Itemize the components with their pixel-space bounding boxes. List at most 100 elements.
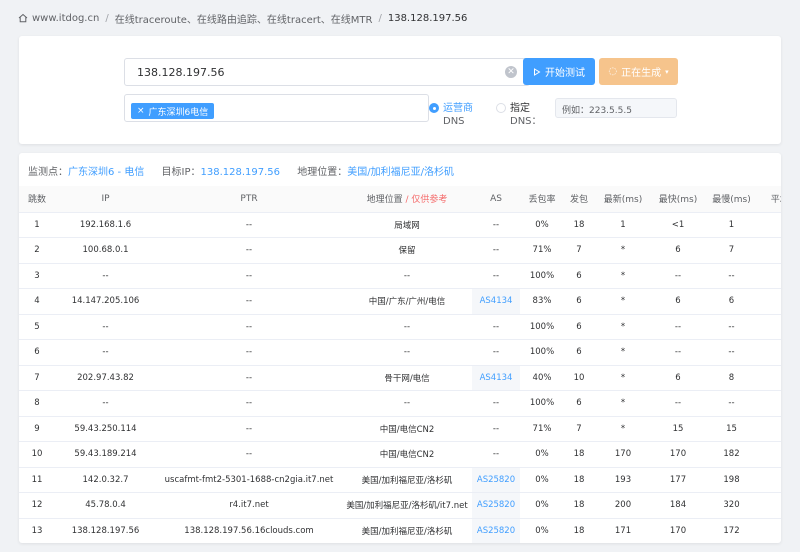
cell-ip: -- [55, 390, 156, 417]
cell-location: 保留 [342, 237, 472, 264]
cell-ip: -- [55, 263, 156, 289]
cell-hop: 3 [19, 263, 55, 289]
cell-as: -- [472, 314, 520, 340]
col-sent[interactable]: 发包 [564, 186, 594, 213]
cell-last: 200 [594, 492, 652, 519]
cell-ptr: r4.it7.net [156, 492, 342, 519]
table-row: 3--------100%6*------ [19, 263, 781, 289]
cell-avg: 188 [759, 467, 781, 493]
cell-as: -- [472, 263, 520, 289]
cell-avg: 7 [759, 365, 781, 391]
cell-best: 6 [652, 288, 704, 315]
cell-loss: 100% [520, 390, 564, 417]
cell-worst: 198 [704, 467, 759, 493]
breadcrumb-site[interactable]: www.itdog.cn [32, 13, 99, 24]
node-select[interactable]: × 广东深圳6电信 [124, 94, 429, 122]
col-hop[interactable]: 跳数 [19, 186, 55, 213]
as-link[interactable]: AS25820 [477, 475, 515, 485]
cell-location: 美国/加利福尼亚/洛杉矶 [342, 467, 472, 493]
cell-ip: 202.97.43.82 [55, 365, 156, 391]
cell-loss: 71% [520, 416, 564, 442]
table-row: 11 142.0.32.7 uscafmt-fmt2-5301-1688-cn2gi… [19, 467, 781, 493]
cell-ptr: -- [156, 314, 342, 340]
result-info: 监测点：广东深圳6 - 电信 目标IP：138.128.197.56 地理位置：… [28, 163, 468, 178]
cell-hop: 11 [19, 467, 55, 493]
col-location-note: / 仅供参考 [402, 195, 448, 206]
as-link[interactable]: AS25820 [477, 526, 515, 536]
col-avg[interactable]: 平均(ms) [759, 186, 781, 213]
dns-input[interactable]: 例如：223.5.5.5 [555, 98, 677, 118]
col-location-label: 地理位置 [366, 195, 403, 206]
cell-worst: 8 [704, 365, 759, 391]
breadcrumb: www.itdog.cn / 在线traceroute、在线路由追踪、在线tra… [18, 9, 467, 27]
cell-worst: -- [704, 314, 759, 340]
cell-ip: 138.128.197.56 [55, 518, 156, 543]
cell-best: 170 [652, 441, 704, 468]
cell-ptr: -- [156, 441, 342, 468]
target-input[interactable]: 138.128.197.56 ✕ [124, 58, 530, 86]
cell-last: * [594, 237, 652, 264]
cell-sent: 18 [564, 441, 594, 468]
table-row: 10 59.43.189.214 -- 中国/电信CN2 -- 0% 18 170 170 182… [19, 441, 781, 468]
cell-worst: -- [704, 263, 759, 289]
breadcrumb-section[interactable]: 在线traceroute、在线路由追踪、在线tracert、在线MTR [115, 11, 373, 26]
cell-ptr: -- [156, 237, 342, 264]
col-location[interactable]: 地理位置 / 仅供参考 [342, 186, 472, 213]
cell-hop: 2 [19, 237, 55, 264]
cell-sent: 10 [564, 365, 594, 391]
cell-worst: -- [704, 339, 759, 366]
cell-loss: 83% [520, 288, 564, 315]
col-ip[interactable]: IP [55, 186, 156, 213]
cell-best: 184 [652, 492, 704, 519]
cell-worst: 182 [704, 441, 759, 468]
cell-last: * [594, 314, 652, 340]
col-best[interactable]: 最快(ms) [652, 186, 704, 213]
cell-ip: 100.68.0.1 [55, 237, 156, 264]
cell-ptr: -- [156, 390, 342, 417]
cell-sent: 6 [564, 263, 594, 289]
cell-ip: -- [55, 339, 156, 366]
trace-table: 跳数 IP PTR 地理位置 / 仅供参考 AS 丢包率 发包 最新(ms) 最… [19, 186, 781, 543]
dns-radio-custom[interactable]: 指定 DNS： [496, 102, 542, 128]
generate-button[interactable]: ◌ 正在生成 ▾ [599, 58, 678, 85]
as-link[interactable]: AS4134 [480, 296, 513, 306]
node-tag-label: 广东深圳6电信 [148, 107, 209, 118]
cell-loss: 100% [520, 314, 564, 340]
col-as[interactable]: AS [472, 186, 520, 213]
cell-best: -- [652, 390, 704, 417]
test-form-card: 138.128.197.56 ✕ 开始测试 ◌ 正在生成 ▾ × 广东深圳6电信… [19, 36, 781, 144]
col-last[interactable]: 最新(ms) [594, 186, 652, 213]
cell-ptr: -- [156, 339, 342, 366]
cell-hop: 13 [19, 518, 55, 543]
dns-radio-carrier[interactable]: 运营商 DNS [429, 102, 473, 128]
home-icon [18, 13, 28, 23]
cell-loss: 0% [520, 492, 564, 519]
as-link[interactable]: AS25820 [477, 500, 515, 510]
dns-custom-line2: DNS： [510, 116, 542, 127]
cell-as: -- [472, 390, 520, 417]
start-test-button[interactable]: 开始测试 [523, 58, 595, 85]
cell-sent: 18 [564, 518, 594, 543]
cell-sent: 6 [564, 339, 594, 366]
col-worst[interactable]: 最慢(ms) [704, 186, 759, 213]
dns-custom-line1: 指定 [510, 103, 530, 114]
cell-hop: 4 [19, 288, 55, 315]
cell-ip: 14.147.205.106 [55, 288, 156, 315]
cell-ptr: 138.128.197.56.16clouds.com [156, 518, 342, 543]
cell-hop: 8 [19, 390, 55, 417]
cell-avg: 6 [759, 237, 781, 264]
col-ptr[interactable]: PTR [156, 186, 342, 213]
tag-close-icon[interactable]: × [137, 106, 145, 116]
col-loss[interactable]: 丢包率 [520, 186, 564, 213]
cell-worst: 1 [704, 212, 759, 238]
cell-avg: 15 [759, 416, 781, 442]
cell-avg: -- [759, 263, 781, 289]
breadcrumb-separator: / [378, 12, 382, 24]
cell-hop: 6 [19, 339, 55, 366]
cell-as: -- [472, 212, 520, 238]
as-link[interactable]: AS4134 [480, 373, 513, 383]
radio-dot[interactable] [496, 103, 506, 113]
cell-ptr: uscafmt-fmt2-5301-1688-cn2gia.it7.net [156, 467, 342, 493]
radio-dot-selected[interactable] [429, 103, 439, 113]
clear-icon[interactable]: ✕ [505, 66, 517, 78]
